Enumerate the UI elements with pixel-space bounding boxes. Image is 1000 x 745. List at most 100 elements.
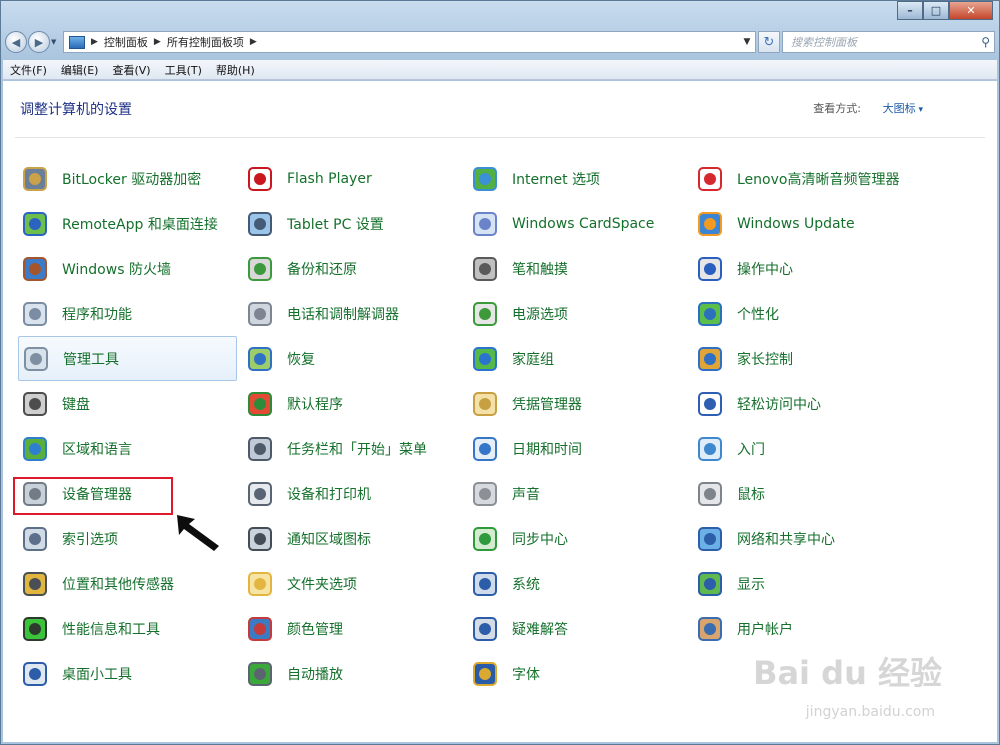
control-panel-item[interactable]: 程序和功能 [18,291,243,336]
control-panel-item[interactable]: 系统 [468,561,693,606]
item-label[interactable]: 文件夹选项 [287,574,357,594]
view-by-dropdown[interactable]: 大图标 [883,100,923,116]
control-panel-item[interactable]: 通知区域图标 [243,516,468,561]
chevron-right-icon[interactable]: ▶ [91,37,98,47]
item-label[interactable]: 网络和共享中心 [737,529,835,549]
menu-edit[interactable]: 编辑(E) [54,62,106,78]
control-panel-item[interactable]: Windows Update [693,201,918,246]
control-panel-item[interactable]: RemoteApp 和桌面连接 [18,201,243,246]
control-panel-item[interactable]: 凭据管理器 [468,381,693,426]
item-label[interactable]: 程序和功能 [62,304,132,324]
close-button[interactable]: ✕ [949,1,993,20]
control-panel-item[interactable]: Tablet PC 设置 [243,201,468,246]
item-label[interactable]: 声音 [512,484,540,504]
control-panel-item[interactable]: 设备管理器 [18,471,243,516]
item-label[interactable]: 任务栏和「开始」菜单 [287,439,427,459]
control-panel-item[interactable]: 桌面小工具 [18,651,243,696]
control-panel-item[interactable]: 轻松访问中心 [693,381,918,426]
control-panel-item[interactable]: 自动播放 [243,651,468,696]
item-label[interactable]: 用户帐户 [737,619,793,639]
item-label[interactable]: 操作中心 [737,259,793,279]
control-panel-item[interactable]: 个性化 [693,291,918,336]
item-label[interactable]: 入门 [737,439,765,459]
item-label[interactable]: 电话和调制解调器 [287,304,399,324]
item-label[interactable]: 颜色管理 [287,619,343,639]
control-panel-item[interactable]: 用户帐户 [693,606,918,651]
control-panel-item[interactable]: 疑难解答 [468,606,693,651]
control-panel-item[interactable]: 备份和还原 [243,246,468,291]
item-label[interactable]: 疑难解答 [512,619,568,639]
control-panel-item[interactable]: 恢复 [243,336,468,381]
item-label[interactable]: Windows 防火墙 [62,259,171,279]
control-panel-item[interactable]: 默认程序 [243,381,468,426]
item-label[interactable]: 系统 [512,574,540,594]
item-label[interactable]: 区域和语言 [62,439,132,459]
address-bar[interactable]: ▶ 控制面板 ▶ 所有控制面板项 ▶ ▼ [63,31,756,53]
forward-button[interactable]: ▶ [28,31,50,53]
control-panel-item[interactable]: 家庭组 [468,336,693,381]
item-label[interactable]: 显示 [737,574,765,594]
item-label[interactable]: 个性化 [737,304,779,324]
control-panel-item[interactable]: 家长控制 [693,336,918,381]
control-panel-item[interactable]: 电源选项 [468,291,693,336]
item-label[interactable]: 恢复 [287,349,315,369]
item-label[interactable]: Lenovo高清晰音频管理器 [737,169,899,189]
control-panel-item[interactable]: Windows CardSpace [468,201,693,246]
control-panel-item[interactable]: 字体 [468,651,693,696]
item-label[interactable]: Flash Player [287,171,372,187]
control-panel-item[interactable]: Lenovo高清晰音频管理器 [693,156,918,201]
item-label[interactable]: RemoteApp 和桌面连接 [62,214,218,234]
item-label[interactable]: Windows CardSpace [512,216,654,232]
control-panel-item[interactable]: 显示 [693,561,918,606]
control-panel-item[interactable]: 设备和打印机 [243,471,468,516]
control-panel-item[interactable]: 网络和共享中心 [693,516,918,561]
control-panel-item[interactable]: 颜色管理 [243,606,468,651]
refresh-button[interactable]: ↻ [758,31,780,53]
item-label[interactable]: 家庭组 [512,349,554,369]
item-label[interactable]: 位置和其他传感器 [62,574,174,594]
control-panel-item[interactable]: 文件夹选项 [243,561,468,606]
chevron-right-icon[interactable]: ▶ [154,37,161,47]
item-label[interactable]: 日期和时间 [512,439,582,459]
item-label[interactable]: 索引选项 [62,529,118,549]
item-label[interactable]: 通知区域图标 [287,529,371,549]
item-label[interactable]: 鼠标 [737,484,765,504]
item-label[interactable]: 同步中心 [512,529,568,549]
control-panel-item[interactable]: 入门 [693,426,918,471]
chevron-right-icon[interactable]: ▶ [250,37,257,47]
control-panel-item[interactable]: 操作中心 [693,246,918,291]
item-label[interactable]: 字体 [512,664,540,684]
control-panel-item[interactable]: 管理工具 [18,336,237,381]
item-label[interactable]: 电源选项 [512,304,568,324]
control-panel-item[interactable]: 同步中心 [468,516,693,561]
item-label[interactable]: BitLocker 驱动器加密 [62,169,201,189]
history-dropdown[interactable]: ▼ [51,38,61,46]
breadcrumb-all-items[interactable]: 所有控制面板项 [167,34,244,50]
item-label[interactable]: Tablet PC 设置 [287,214,384,234]
menu-tools[interactable]: 工具(T) [158,62,209,78]
address-dropdown-icon[interactable]: ▼ [739,37,755,47]
item-label[interactable]: 自动播放 [287,664,343,684]
item-label[interactable]: 键盘 [62,394,90,414]
item-label[interactable]: 默认程序 [287,394,343,414]
back-button[interactable]: ◀ [5,31,27,53]
control-panel-item[interactable]: 笔和触摸 [468,246,693,291]
control-panel-item[interactable]: Windows 防火墙 [18,246,243,291]
control-panel-item[interactable]: 任务栏和「开始」菜单 [243,426,468,471]
item-label[interactable]: 设备和打印机 [287,484,371,504]
minimize-button[interactable]: – [897,1,923,20]
control-panel-item[interactable]: Internet 选项 [468,156,693,201]
item-label[interactable]: 家长控制 [737,349,793,369]
item-label[interactable]: 性能信息和工具 [62,619,160,639]
control-panel-item[interactable]: 日期和时间 [468,426,693,471]
maximize-button[interactable]: □ [923,1,949,20]
control-panel-item[interactable]: 电话和调制解调器 [243,291,468,336]
control-panel-item[interactable]: 区域和语言 [18,426,243,471]
item-label[interactable]: Windows Update [737,216,855,232]
search-input[interactable]: 搜索控制面板 ⚲ [782,31,995,53]
control-panel-item[interactable]: 键盘 [18,381,243,426]
item-label[interactable]: Internet 选项 [512,169,600,189]
control-panel-item[interactable]: 鼠标 [693,471,918,516]
item-label[interactable]: 轻松访问中心 [737,394,821,414]
search-icon[interactable]: ⚲ [981,35,990,49]
